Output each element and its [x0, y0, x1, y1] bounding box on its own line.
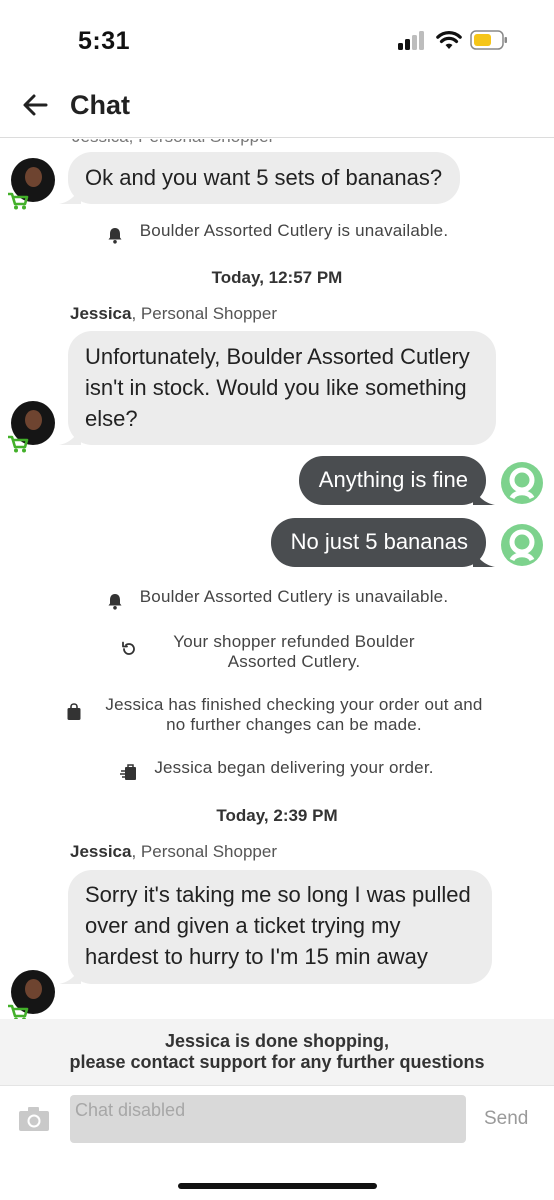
- bubble-tail-icon: [59, 964, 81, 984]
- bell-icon: [108, 594, 122, 610]
- chat-messages[interactable]: Jessica, Personal Shopper Ok and you wan…: [0, 139, 554, 1019]
- message-bubble-outgoing: No just 5 bananas: [270, 518, 495, 567]
- system-event-text: Your shopper refunded Boulder Assorted C…: [173, 632, 415, 671]
- shopper-avatar: [8, 158, 55, 210]
- cellular-signal-icon: [398, 31, 426, 50]
- message-text: Sorry it's taking me so long I was pulle…: [85, 882, 471, 969]
- camera-icon[interactable]: [18, 1106, 50, 1132]
- system-event-text: Jessica has finished checking your order…: [105, 695, 483, 734]
- shopper-avatar: [8, 401, 55, 453]
- sender-role: , Personal Shopper: [131, 842, 277, 861]
- sender-name: Jessica: [70, 842, 132, 861]
- refund-icon: [122, 641, 135, 655]
- sender-role: , Personal Shopper: [131, 304, 277, 323]
- message-bubble-incoming: Sorry it's taking me so long I was pulle…: [59, 870, 492, 984]
- system-event: Boulder Assorted Cutlery is unavailable.: [0, 587, 554, 610]
- send-button[interactable]: Send: [484, 1108, 528, 1130]
- sender-label-clipped: Jessica, Personal Shopper: [72, 139, 274, 147]
- message-text: Anything is fine: [318, 467, 468, 492]
- user-avatar: [501, 524, 543, 566]
- shopping-cart-icon: [8, 435, 29, 453]
- system-event-text: Boulder Assorted Cutlery is unavailable.: [139, 221, 449, 240]
- message-composer: Send: [0, 1085, 554, 1200]
- system-event-text: Boulder Assorted Cutlery is unavailable.: [139, 587, 449, 606]
- system-event: Boulder Assorted Cutlery is unavailable.: [0, 221, 554, 244]
- status-bar: 5:31: [0, 0, 554, 80]
- user-icon: [509, 467, 535, 500]
- shopper-avatar: [8, 970, 55, 1019]
- chat-input[interactable]: [70, 1095, 466, 1143]
- page-title: Chat: [70, 90, 130, 120]
- timestamp: Today, 2:39 PM: [216, 806, 338, 825]
- back-arrow-icon[interactable]: [20, 90, 50, 120]
- sender-name: Jessica: [70, 304, 132, 323]
- message-text: No just 5 bananas: [290, 529, 468, 554]
- bubble-tail-icon: [473, 485, 495, 505]
- bubble-tail-icon: [59, 425, 81, 445]
- notice-line-1: Jessica is done shopping,: [164, 1031, 390, 1051]
- notice-line-2: please contact support for any further q…: [69, 1052, 485, 1072]
- chat-closed-notice: Jessica is done shopping, please contact…: [0, 1019, 554, 1085]
- home-indicator[interactable]: [178, 1183, 377, 1189]
- user-avatar: [501, 462, 543, 504]
- battery-icon: [470, 30, 507, 50]
- message-bubble-incoming: Ok and you want 5 sets of bananas?: [59, 152, 461, 204]
- bubble-tail-icon: [59, 184, 81, 204]
- wifi-icon: [436, 31, 462, 49]
- delivery-bag-icon: [120, 764, 137, 780]
- sender-label: Jessica, Personal Shopper: [70, 304, 277, 324]
- status-time: 5:31: [78, 27, 131, 55]
- message-text: Ok and you want 5 sets of bananas?: [85, 165, 443, 190]
- timestamp: Today, 12:57 PM: [211, 268, 343, 287]
- system-event-text: Jessica began delivering your order.: [154, 758, 434, 777]
- user-icon: [509, 529, 535, 562]
- bell-icon: [108, 228, 122, 244]
- chat-header: Chat: [0, 80, 554, 138]
- system-event: Jessica began delivering your order.: [0, 758, 554, 781]
- message-bubble-incoming: Unfortunately, Boulder Assorted Cutlery …: [59, 331, 496, 445]
- message-bubble-outgoing: Anything is fine: [298, 456, 495, 505]
- system-event: Your shopper refunded Boulder Assorted C…: [0, 632, 554, 672]
- system-event: Jessica has finished checking your order…: [0, 695, 554, 735]
- shopping-bag-icon: [67, 703, 81, 720]
- bubble-tail-icon: [473, 547, 495, 567]
- shopping-cart-icon: [8, 192, 29, 210]
- shopping-cart-icon: [8, 1004, 29, 1019]
- sender-label: Jessica, Personal Shopper: [70, 842, 277, 862]
- message-text: Unfortunately, Boulder Assorted Cutlery …: [85, 344, 470, 431]
